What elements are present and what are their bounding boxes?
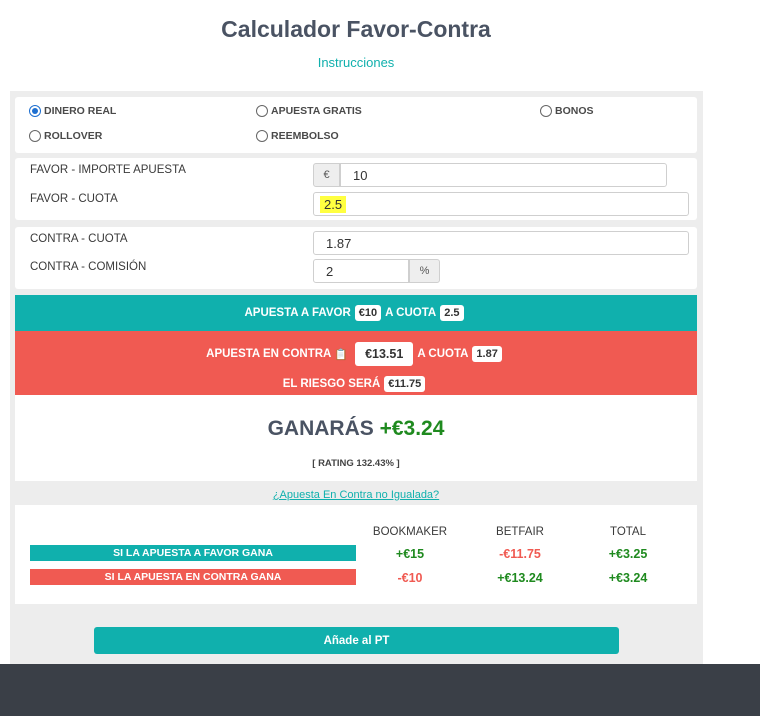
footer-bar <box>0 664 760 716</box>
favor-odds-chip: 2.5 <box>440 305 464 321</box>
profit-display: GANARÁS +€3.24 <box>15 417 697 441</box>
contra-summary-mid: A CUOTA <box>417 348 469 360</box>
favor-summary-mid: A CUOTA <box>385 307 437 319</box>
favor-stake-label: FAVOR - IMPORTE APUESTA <box>30 164 186 176</box>
radio-unchecked-icon <box>29 130 41 142</box>
radio-label: APUESTA GRATIS <box>271 105 362 117</box>
percent-addon: % <box>409 259 440 283</box>
contra-card: CONTRA - CUOTA 1.87 CONTRA - COMISIÓN 2 … <box>15 227 697 289</box>
radio-reembolso[interactable]: REEMBOLSO <box>256 130 339 142</box>
favor-stake-input[interactable]: 10 <box>340 163 667 187</box>
favor-odds-input[interactable]: 2.5 <box>313 192 689 216</box>
cell-betfair: +€13.24 <box>497 571 543 585</box>
header-total: TOTAL <box>610 526 646 538</box>
radio-label: BONOS <box>555 105 594 117</box>
cell-total: +€3.24 <box>608 571 648 585</box>
rating-text: [ RATING 132.43% ] <box>312 458 400 469</box>
contra-summary-row: APUESTA EN CONTRA 📋 €13.51 A CUOTA 1.87 <box>15 342 697 366</box>
radio-label: ROLLOVER <box>44 130 103 142</box>
contra-commission-input[interactable]: 2 <box>313 259 409 283</box>
risk-row: EL RIESGO SERÁ €11.75 <box>15 376 697 392</box>
result-card: GANARÁS +€3.24 [ RATING 132.43% ] <box>15 395 697 481</box>
radio-bonos[interactable]: BONOS <box>540 105 594 117</box>
cell-bookmaker: -€10 <box>397 571 423 585</box>
cell-betfair: -€11.75 <box>499 547 541 561</box>
contra-summary-prefix: APUESTA EN CONTRA <box>206 348 332 360</box>
contra-odds-input[interactable]: 1.87 <box>313 231 689 255</box>
unmatched-lay-link[interactable]: ¿Apuesta En Contra no Igualada? <box>0 489 712 501</box>
page-title: Calculador Favor-Contra <box>221 16 491 42</box>
clipboard-icon[interactable]: 📋 <box>334 348 348 361</box>
favor-summary-prefix: APUESTA A FAVOR <box>244 307 351 319</box>
risk-chip: €11.75 <box>384 376 426 392</box>
contra-odds-chip: 1.87 <box>472 346 502 362</box>
instructions-link[interactable]: Instrucciones <box>0 55 712 70</box>
contra-summary-bar: APUESTA EN CONTRA 📋 €13.51 A CUOTA 1.87 … <box>15 331 697 395</box>
radio-apuesta-gratis[interactable]: APUESTA GRATIS <box>256 105 362 117</box>
radio-dinero-real[interactable]: DINERO REAL <box>29 105 116 117</box>
radio-label: REEMBOLSO <box>271 130 339 142</box>
radio-unchecked-icon <box>540 105 552 117</box>
radio-unchecked-icon <box>256 130 268 142</box>
mode-card: DINERO REAL APUESTA GRATIS BONOS ROLLOVE… <box>15 97 697 153</box>
header-betfair: BETFAIR <box>496 526 544 538</box>
add-to-pt-button[interactable]: Añade al PT <box>94 627 619 654</box>
risk-prefix: EL RIESGO SERÁ <box>282 378 381 390</box>
cell-bookmaker: +€15 <box>395 547 425 561</box>
row-label-contra-wins: SI LA APUESTA EN CONTRA GANA <box>30 569 356 585</box>
radio-rollover[interactable]: ROLLOVER <box>29 130 102 142</box>
radio-label: DINERO REAL <box>44 105 117 117</box>
favor-stake-chip: €10 <box>354 305 382 321</box>
breakdown-table: BOOKMAKER BETFAIR TOTAL SI LA APUESTA A … <box>15 505 697 604</box>
contra-stake-chip: €13.51 <box>355 342 414 366</box>
contra-commission-label: CONTRA - COMISIÓN <box>30 261 147 273</box>
row-label-favor-wins: SI LA APUESTA A FAVOR GANA <box>30 545 356 561</box>
cell-total: +€3.25 <box>608 547 648 561</box>
favor-odds-label: FAVOR - CUOTA <box>30 193 118 205</box>
profit-label: GANARÁS <box>267 417 374 440</box>
contra-odds-label: CONTRA - CUOTA <box>30 233 128 245</box>
header-bookmaker: BOOKMAKER <box>372 526 448 538</box>
radio-checked-icon <box>29 105 41 117</box>
favor-summary-bar: APUESTA A FAVOR €10 A CUOTA 2.5 <box>15 295 697 331</box>
favor-odds-value: 2.5 <box>320 195 347 213</box>
favor-card: FAVOR - IMPORTE APUESTA € 10 FAVOR - CUO… <box>15 158 697 220</box>
currency-addon: € <box>313 163 340 187</box>
profit-value: +€3.24 <box>379 417 445 440</box>
radio-unchecked-icon <box>256 105 268 117</box>
